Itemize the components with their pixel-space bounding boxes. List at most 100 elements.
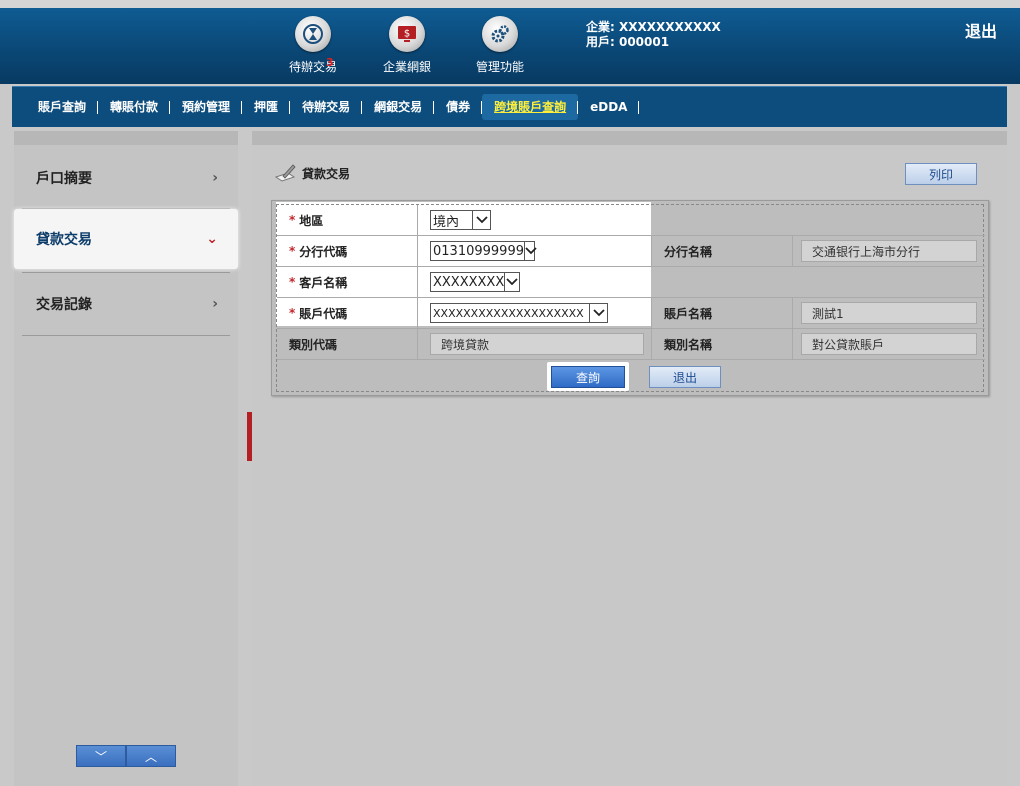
logout-link[interactable]: 退出 <box>965 18 997 42</box>
nav-cross-border-inquiry[interactable]: 跨境賬戶查詢 <box>482 94 579 120</box>
region-cell: 境內 <box>430 205 491 235</box>
query-button[interactable]: 查詢 <box>551 366 625 388</box>
customer-label: * 客戶名稱 <box>289 267 347 297</box>
chevron-down-icon <box>472 211 490 229</box>
form-row-customer: * 客戶名稱 XXXXXXXX <box>277 267 985 298</box>
form-actions: 查詢 退出 <box>277 360 985 392</box>
sidebar-item-loan-transactions[interactable]: 貸款交易 ⌄ <box>14 209 238 269</box>
sidebar-scroll-buttons: ﹀ ︿ <box>76 745 176 767</box>
form-row-category: 類別代碼 跨境貸款 類別名稱 對公貸款賬戶 <box>277 329 985 360</box>
user-info: 企業: XXXXXXXXXXX 用戶: 000001 <box>586 20 721 50</box>
branch-name-cell: 交通银行上海市分行 <box>801 236 977 266</box>
customer-value: XXXXXXXX <box>433 274 505 290</box>
loan-query-form: * 地區 境內 * 分行代碼 01310999999 分行名稱 交通银行上海市分… <box>271 200 989 396</box>
branch-code-value: 01310999999 <box>433 243 524 259</box>
region-label: * 地區 <box>289 205 323 235</box>
divider <box>417 267 418 297</box>
required-mark: * <box>289 244 296 258</box>
nav-scheduled-management[interactable]: 預約管理 <box>170 94 243 120</box>
divider <box>651 236 652 266</box>
required-mark: * <box>289 306 296 320</box>
nav-account-inquiry[interactable]: 賬戶查詢 <box>26 94 99 120</box>
hourglass-refresh-icon <box>295 16 331 52</box>
nav-edda[interactable]: eDDA <box>578 94 640 120</box>
sidebar-item-transaction-records[interactable]: 交易記錄 › <box>14 274 238 334</box>
account-code-value: XXXXXXXXXXXXXXXXXXXX <box>433 306 584 320</box>
company-text: 企業: XXXXXXXXXXX <box>586 20 721 34</box>
query-button-highlight: 查詢 <box>547 362 629 391</box>
pending-count-badge: 3 <box>326 56 334 69</box>
pending-transactions-button[interactable]: 3 待辦交易 <box>283 16 343 75</box>
exit-button[interactable]: 退出 <box>649 366 721 388</box>
nav-transfer-payment[interactable]: 轉賬付款 <box>98 94 171 120</box>
account-name-cell: 測試1 <box>801 298 977 328</box>
region-select[interactable]: 境內 <box>430 210 491 230</box>
main-nav: 賬戶查詢 轉賬付款 預約管理 押匯 待辦交易 網銀交易 債券 跨境賬戶查詢 eD… <box>12 86 1007 127</box>
nav-bonds[interactable]: 債券 <box>434 94 483 120</box>
customer-select[interactable]: XXXXXXXX <box>430 272 520 292</box>
gears-icon <box>482 16 518 52</box>
form-row-region: * 地區 境內 <box>277 205 985 236</box>
divider <box>792 236 793 266</box>
scroll-up-button[interactable]: ︿ <box>126 745 176 767</box>
app-header: 3 待辦交易 $ 企業網銀 管理功能 企業: XXXXXXXXXXX 用戶: 0… <box>0 8 1020 84</box>
branch-code-label-text: 分行代碼 <box>299 244 348 259</box>
print-button[interactable]: 列印 <box>905 163 977 185</box>
chevron-right-icon: › <box>212 170 218 186</box>
sidebar-item-label: 貸款交易 <box>36 232 92 248</box>
region-value: 境內 <box>433 214 460 230</box>
sidebar-item-label: 戶口摘要 <box>36 171 92 187</box>
category-name-label: 類別名稱 <box>664 337 713 352</box>
chevron-down-icon <box>504 273 519 291</box>
corporate-banking-label: 企業網銀 <box>382 60 431 74</box>
management-button[interactable]: 管理功能 <box>470 16 530 75</box>
svg-text:$: $ <box>404 29 410 40</box>
category-code-field: 跨境貸款 <box>430 333 644 355</box>
branch-code-label: * 分行代碼 <box>289 236 347 266</box>
scroll-down-button[interactable]: ﹀ <box>76 745 126 767</box>
branch-name-label: 分行名稱 <box>664 244 713 259</box>
required-mark: * <box>289 213 296 227</box>
chevron-right-icon: › <box>212 296 218 312</box>
divider <box>417 236 418 266</box>
form-row-account: * 賬戶代碼 XXXXXXXXXXXXXXXXXXXX 賬戶名稱 測試1 <box>277 298 985 329</box>
account-code-cell: XXXXXXXXXXXXXXXXXXXX <box>430 298 608 328</box>
form-row-branch: * 分行代碼 01310999999 分行名稱 交通银行上海市分行 <box>277 236 985 267</box>
region-label-text: 地區 <box>299 213 324 228</box>
main-panel: 貸款交易 列印 * 地區 境內 * 分行代碼 01310999999 分行名稱 … <box>252 131 1007 786</box>
pen-paper-icon <box>274 164 296 182</box>
chevron-down-icon <box>523 242 537 260</box>
divider <box>792 298 793 328</box>
sidebar-item-account-summary[interactable]: 戶口摘要 › <box>14 148 238 208</box>
page-title: 貸款交易 <box>274 163 350 183</box>
chevron-up-icon: ︿ <box>144 749 157 764</box>
divider <box>417 329 418 359</box>
corporate-banking-button[interactable]: $ 企業網銀 <box>377 16 437 75</box>
divider <box>417 298 418 328</box>
pending-transactions-label: 待辦交易 <box>288 60 337 74</box>
category-name-cell: 對公貸款賬戶 <box>801 329 977 359</box>
nav-online-transactions[interactable]: 網銀交易 <box>362 94 435 120</box>
top-strip <box>0 0 1020 8</box>
account-name-field: 測試1 <box>801 302 977 324</box>
divider <box>22 272 230 273</box>
user-text: 用戶: 000001 <box>586 35 670 49</box>
branch-code-select[interactable]: 01310999999 <box>430 241 537 261</box>
customer-cell: XXXXXXXX <box>430 267 520 297</box>
divider <box>792 329 793 359</box>
divider <box>651 298 652 328</box>
account-name-label: 賬戶名稱 <box>664 306 713 321</box>
customer-label-text: 客戶名稱 <box>299 275 348 290</box>
required-mark: * <box>289 275 296 289</box>
account-code-label-text: 賬戶代碼 <box>299 306 348 321</box>
sidebar-item-label: 交易記錄 <box>36 297 92 313</box>
sidebar: 戶口摘要 › 貸款交易 ⌄ 交易記錄 › ﹀ ︿ <box>14 131 238 786</box>
management-label: 管理功能 <box>475 60 524 74</box>
chevron-down-icon <box>589 304 607 322</box>
nav-pending-transactions[interactable]: 待辦交易 <box>290 94 363 120</box>
chevron-down-icon: ﹀ <box>94 749 107 764</box>
account-code-select[interactable]: XXXXXXXXXXXXXXXXXXXX <box>430 303 608 323</box>
nav-bills[interactable]: 押匯 <box>242 94 291 120</box>
category-name-field: 對公貸款賬戶 <box>801 333 977 355</box>
chevron-down-icon: ⌄ <box>206 231 218 247</box>
